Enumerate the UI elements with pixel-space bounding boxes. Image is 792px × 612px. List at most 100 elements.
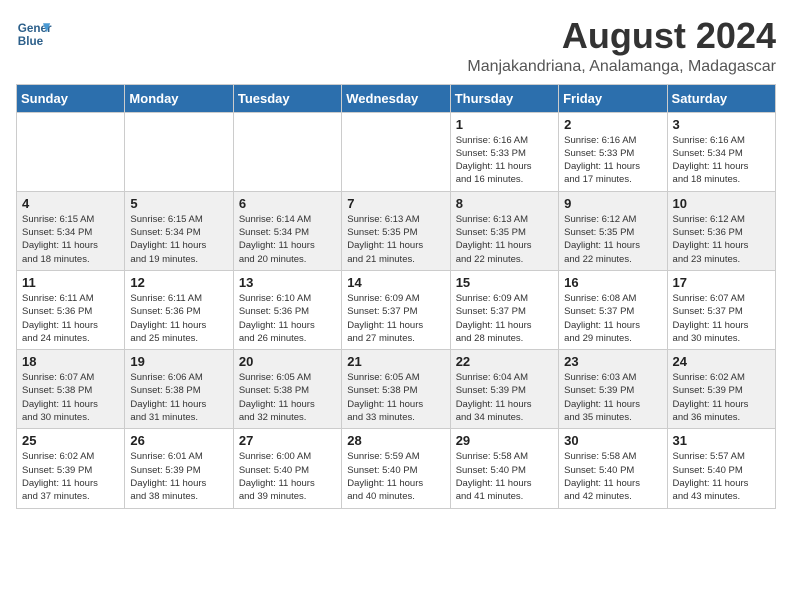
month-title: August 2024 <box>467 16 776 56</box>
calendar-cell: 9 Sunrise: 6:12 AM Sunset: 5:35 PM Daylig… <box>559 191 667 270</box>
calendar-cell: 1Sunrise: 6:16 AM Sunset: 5:33 PM Daylig… <box>450 112 558 191</box>
day-number: 25 <box>22 433 119 448</box>
calendar-cell: 26 Sunrise: 6:01 AM Sunset: 5:39 PM Dayli… <box>125 429 233 508</box>
calendar-cell <box>233 112 341 191</box>
day-info: Sunrise: 6:09 AM Sunset: 5:37 PM Dayligh… <box>347 292 444 345</box>
day-info: Sunrise: 6:01 AM Sunset: 5:39 PM Dayligh… <box>130 450 227 503</box>
day-info: Sunrise: 6:12 AM Sunset: 5:35 PM Dayligh… <box>564 213 661 266</box>
day-info: Sunrise: 6:04 AM Sunset: 5:39 PM Dayligh… <box>456 371 553 424</box>
day-number: 6 <box>239 196 336 211</box>
weekday-header-saturday: Saturday <box>667 84 775 112</box>
day-number: 21 <box>347 354 444 369</box>
title-block: August 2024 Manjakandriana, Analamanga, … <box>467 16 776 76</box>
day-number: 24 <box>673 354 770 369</box>
day-number: 19 <box>130 354 227 369</box>
day-info: Sunrise: 6:13 AM Sunset: 5:35 PM Dayligh… <box>347 213 444 266</box>
day-number: 10 <box>673 196 770 211</box>
day-info: Sunrise: 5:58 AM Sunset: 5:40 PM Dayligh… <box>564 450 661 503</box>
day-number: 22 <box>456 354 553 369</box>
day-info: Sunrise: 6:11 AM Sunset: 5:36 PM Dayligh… <box>22 292 119 345</box>
logo: General Blue <box>16 16 52 52</box>
calendar-cell: 21 Sunrise: 6:05 AM Sunset: 5:38 PM Dayli… <box>342 350 450 429</box>
calendar-cell: 10Sunrise: 6:12 AM Sunset: 5:36 PM Dayli… <box>667 191 775 270</box>
day-number: 27 <box>239 433 336 448</box>
day-info: Sunrise: 5:57 AM Sunset: 5:40 PM Dayligh… <box>673 450 770 503</box>
day-number: 26 <box>130 433 227 448</box>
calendar-cell: 30 Sunrise: 5:58 AM Sunset: 5:40 PM Dayli… <box>559 429 667 508</box>
day-number: 29 <box>456 433 553 448</box>
calendar-cell: 27 Sunrise: 6:00 AM Sunset: 5:40 PM Dayli… <box>233 429 341 508</box>
calendar-cell: 4Sunrise: 6:15 AM Sunset: 5:34 PM Daylig… <box>17 191 125 270</box>
calendar-table: SundayMondayTuesdayWednesdayThursdayFrid… <box>16 84 776 509</box>
day-number: 9 <box>564 196 661 211</box>
calendar-cell <box>17 112 125 191</box>
day-info: Sunrise: 6:16 AM Sunset: 5:33 PM Dayligh… <box>456 134 553 187</box>
day-number: 7 <box>347 196 444 211</box>
day-number: 15 <box>456 275 553 290</box>
calendar-cell: 20 Sunrise: 6:05 AM Sunset: 5:38 PM Dayli… <box>233 350 341 429</box>
calendar-cell: 22 Sunrise: 6:04 AM Sunset: 5:39 PM Dayli… <box>450 350 558 429</box>
day-number: 14 <box>347 275 444 290</box>
day-info: Sunrise: 5:59 AM Sunset: 5:40 PM Dayligh… <box>347 450 444 503</box>
calendar-cell: 14 Sunrise: 6:09 AM Sunset: 5:37 PM Dayli… <box>342 270 450 349</box>
calendar-week-row: 25 Sunrise: 6:02 AM Sunset: 5:39 PM Dayli… <box>17 429 776 508</box>
day-info: Sunrise: 6:13 AM Sunset: 5:35 PM Dayligh… <box>456 213 553 266</box>
page-header: General Blue August 2024 Manjakandriana,… <box>16 16 776 76</box>
day-info: Sunrise: 6:09 AM Sunset: 5:37 PM Dayligh… <box>456 292 553 345</box>
day-number: 13 <box>239 275 336 290</box>
weekday-header-monday: Monday <box>125 84 233 112</box>
location-subtitle: Manjakandriana, Analamanga, Madagascar <box>467 58 776 76</box>
day-number: 31 <box>673 433 770 448</box>
calendar-cell: 6 Sunrise: 6:14 AM Sunset: 5:34 PM Daylig… <box>233 191 341 270</box>
day-number: 12 <box>130 275 227 290</box>
weekday-header-thursday: Thursday <box>450 84 558 112</box>
weekday-header-friday: Friday <box>559 84 667 112</box>
calendar-cell: 5 Sunrise: 6:15 AM Sunset: 5:34 PM Daylig… <box>125 191 233 270</box>
weekday-header-sunday: Sunday <box>17 84 125 112</box>
day-info: Sunrise: 6:16 AM Sunset: 5:33 PM Dayligh… <box>564 134 661 187</box>
day-info: Sunrise: 6:00 AM Sunset: 5:40 PM Dayligh… <box>239 450 336 503</box>
day-info: Sunrise: 6:16 AM Sunset: 5:34 PM Dayligh… <box>673 134 770 187</box>
day-number: 5 <box>130 196 227 211</box>
day-number: 30 <box>564 433 661 448</box>
calendar-cell: 24 Sunrise: 6:02 AM Sunset: 5:39 PM Dayli… <box>667 350 775 429</box>
calendar-cell: 17Sunrise: 6:07 AM Sunset: 5:37 PM Dayli… <box>667 270 775 349</box>
weekday-header-row: SundayMondayTuesdayWednesdayThursdayFrid… <box>17 84 776 112</box>
day-info: Sunrise: 6:10 AM Sunset: 5:36 PM Dayligh… <box>239 292 336 345</box>
day-number: 2 <box>564 117 661 132</box>
day-info: Sunrise: 6:15 AM Sunset: 5:34 PM Dayligh… <box>130 213 227 266</box>
day-info: Sunrise: 6:05 AM Sunset: 5:38 PM Dayligh… <box>239 371 336 424</box>
day-info: Sunrise: 5:58 AM Sunset: 5:40 PM Dayligh… <box>456 450 553 503</box>
calendar-week-row: 18Sunrise: 6:07 AM Sunset: 5:38 PM Dayli… <box>17 350 776 429</box>
calendar-cell: 25 Sunrise: 6:02 AM Sunset: 5:39 PM Dayli… <box>17 429 125 508</box>
calendar-cell: 12Sunrise: 6:11 AM Sunset: 5:36 PM Dayli… <box>125 270 233 349</box>
day-info: Sunrise: 6:14 AM Sunset: 5:34 PM Dayligh… <box>239 213 336 266</box>
calendar-cell: 15 Sunrise: 6:09 AM Sunset: 5:37 PM Dayli… <box>450 270 558 349</box>
calendar-cell <box>342 112 450 191</box>
day-info: Sunrise: 6:07 AM Sunset: 5:37 PM Dayligh… <box>673 292 770 345</box>
calendar-cell: 13 Sunrise: 6:10 AM Sunset: 5:36 PM Dayli… <box>233 270 341 349</box>
calendar-cell: 23 Sunrise: 6:03 AM Sunset: 5:39 PM Dayli… <box>559 350 667 429</box>
day-number: 23 <box>564 354 661 369</box>
day-number: 20 <box>239 354 336 369</box>
day-number: 11 <box>22 275 119 290</box>
calendar-cell: 18Sunrise: 6:07 AM Sunset: 5:38 PM Dayli… <box>17 350 125 429</box>
day-number: 16 <box>564 275 661 290</box>
calendar-cell: 7 Sunrise: 6:13 AM Sunset: 5:35 PM Daylig… <box>342 191 450 270</box>
calendar-cell: 16Sunrise: 6:08 AM Sunset: 5:37 PM Dayli… <box>559 270 667 349</box>
calendar-cell: 29 Sunrise: 5:58 AM Sunset: 5:40 PM Dayli… <box>450 429 558 508</box>
day-number: 8 <box>456 196 553 211</box>
calendar-cell: 2 Sunrise: 6:16 AM Sunset: 5:33 PM Daylig… <box>559 112 667 191</box>
day-info: Sunrise: 6:02 AM Sunset: 5:39 PM Dayligh… <box>22 450 119 503</box>
day-number: 3 <box>673 117 770 132</box>
day-number: 4 <box>22 196 119 211</box>
day-info: Sunrise: 6:07 AM Sunset: 5:38 PM Dayligh… <box>22 371 119 424</box>
day-info: Sunrise: 6:02 AM Sunset: 5:39 PM Dayligh… <box>673 371 770 424</box>
weekday-header-wednesday: Wednesday <box>342 84 450 112</box>
day-info: Sunrise: 6:05 AM Sunset: 5:38 PM Dayligh… <box>347 371 444 424</box>
calendar-cell: 8 Sunrise: 6:13 AM Sunset: 5:35 PM Daylig… <box>450 191 558 270</box>
day-info: Sunrise: 6:03 AM Sunset: 5:39 PM Dayligh… <box>564 371 661 424</box>
calendar-week-row: 11 Sunrise: 6:11 AM Sunset: 5:36 PM Dayli… <box>17 270 776 349</box>
weekday-header-tuesday: Tuesday <box>233 84 341 112</box>
svg-text:Blue: Blue <box>18 35 44 48</box>
